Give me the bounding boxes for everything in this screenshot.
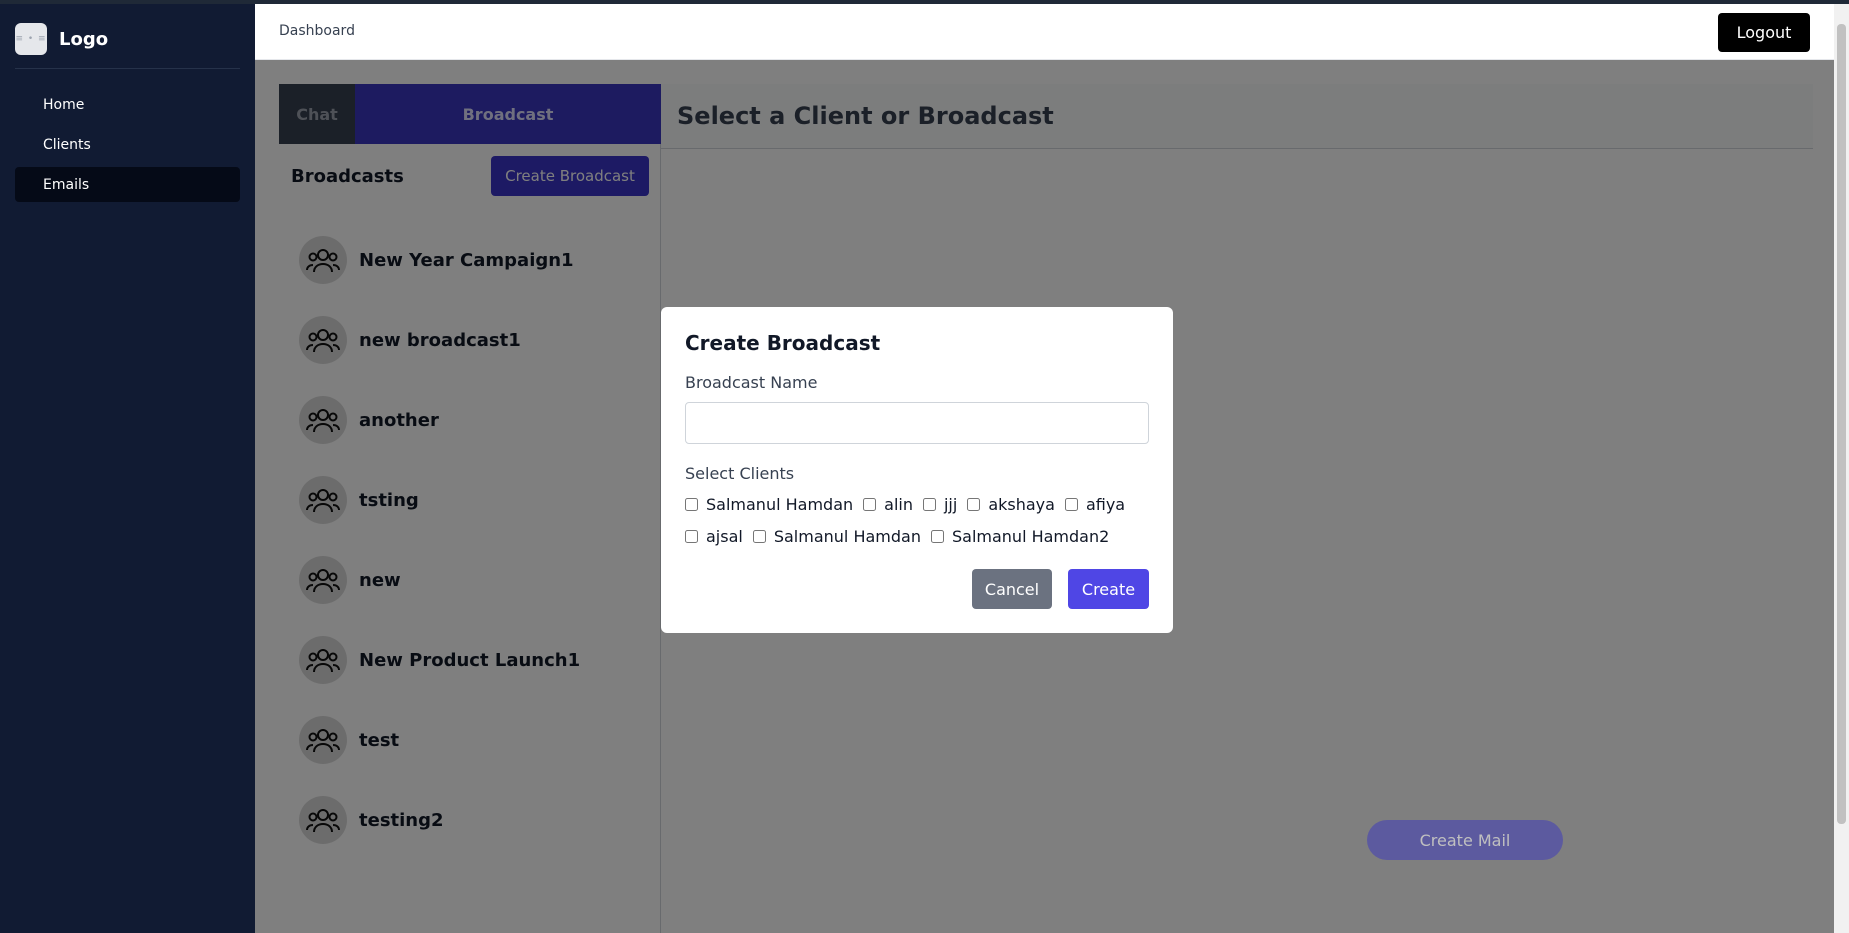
client-checkbox[interactable] [752, 529, 766, 543]
page-scrollbar[interactable] [1834, 4, 1849, 933]
sidebar: ≡ • ≡ Logo Home Clients Emails [0, 4, 255, 933]
brand-name: Logo [59, 28, 109, 50]
client-option[interactable]: akshaya [967, 493, 1055, 515]
logo-icon: ≡ • ≡ [15, 23, 47, 55]
client-checkbox[interactable] [1064, 497, 1078, 511]
create-mail-button[interactable]: Create Mail [1367, 820, 1563, 860]
client-name: ajsal [706, 526, 743, 546]
client-name: Salmanul Hamdan [773, 526, 921, 546]
client-checkbox[interactable] [967, 497, 981, 511]
create-button[interactable]: Create [1068, 569, 1149, 609]
sidebar-item-emails[interactable]: Emails [15, 167, 240, 202]
sidebar-item-clients[interactable]: Clients [15, 127, 240, 162]
client-checkbox[interactable] [685, 497, 698, 511]
client-name: jjj [943, 494, 958, 514]
sidebar-nav: Home Clients Emails [15, 87, 240, 207]
divider [15, 68, 240, 69]
client-option[interactable]: Salmanul Hamdan2 [930, 525, 1110, 547]
client-checkbox[interactable] [863, 497, 877, 511]
client-checkbox[interactable] [930, 529, 944, 543]
broadcast-name-input[interactable] [685, 402, 1149, 444]
client-checkbox[interactable] [922, 497, 936, 511]
client-option[interactable]: afiya [1064, 493, 1126, 515]
broadcast-name-label: Broadcast Name [685, 373, 818, 392]
client-option[interactable]: Salmanul Hamdan [685, 493, 853, 515]
client-name: afiya [1085, 494, 1126, 514]
sidebar-item-home[interactable]: Home [15, 87, 240, 122]
logout-button[interactable]: Logout [1718, 13, 1810, 52]
client-checkbox[interactable] [685, 529, 698, 543]
client-option[interactable]: Salmanul Hamdan [752, 525, 921, 547]
top-header: Dashboard Logout [255, 4, 1834, 60]
clients-checkbox-list: Salmanul Hamdan alin jjj akshaya afiya ajsal S… [685, 493, 1149, 547]
modal-title: Create Broadcast [685, 331, 881, 355]
client-option[interactable]: ajsal [685, 525, 743, 547]
client-option[interactable]: alin [863, 493, 913, 515]
page-title: Dashboard [279, 23, 355, 39]
select-clients-label: Select Clients [685, 464, 795, 483]
client-name: Salmanul Hamdan2 [951, 526, 1110, 546]
brand[interactable]: ≡ • ≡ Logo [15, 20, 240, 58]
client-option[interactable]: jjj [922, 493, 958, 515]
modal-actions: Cancel Create [972, 569, 1149, 609]
client-name: akshaya [988, 494, 1055, 514]
cancel-button[interactable]: Cancel [972, 569, 1052, 609]
client-name: Salmanul Hamdan [706, 494, 854, 514]
create-broadcast-modal: Create Broadcast Broadcast Name Select C… [661, 307, 1173, 633]
scrollbar-thumb[interactable] [1837, 24, 1846, 824]
client-name: alin [884, 494, 913, 514]
